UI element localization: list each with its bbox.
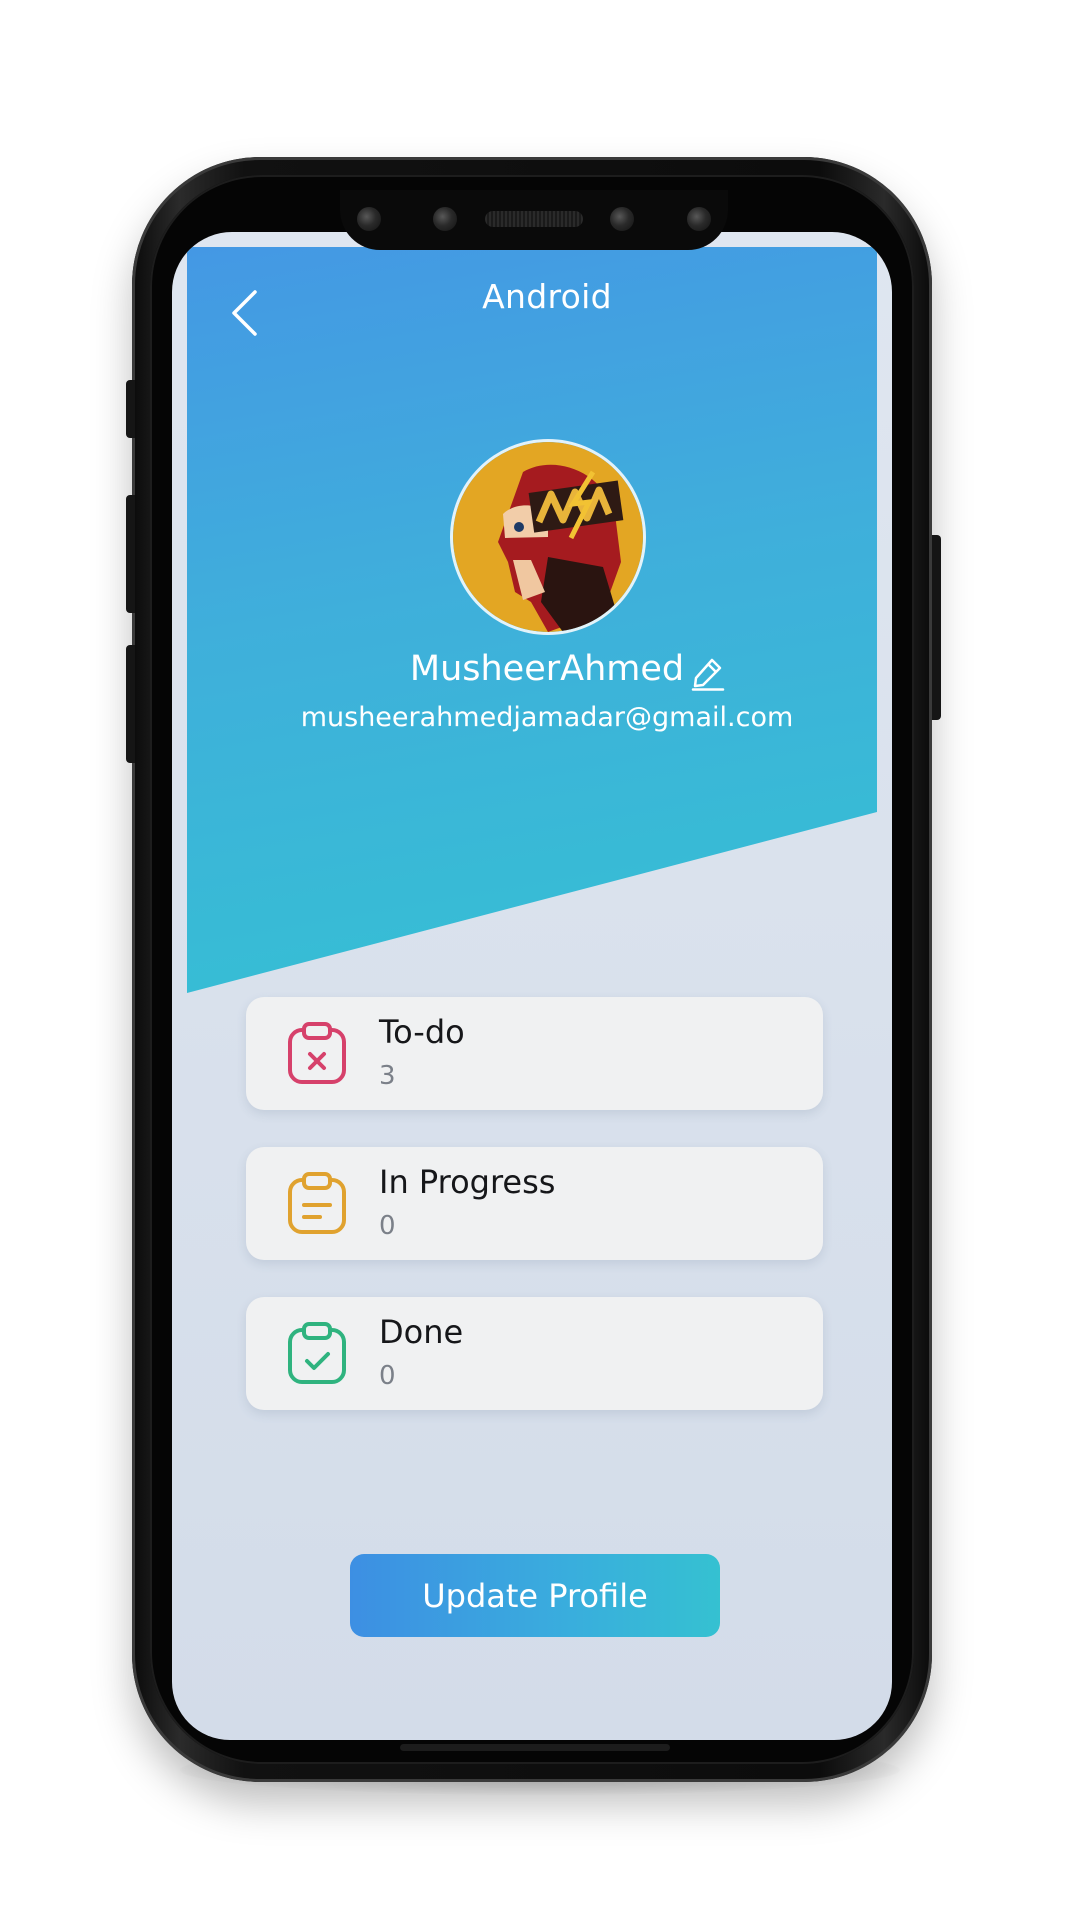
phone-side-button	[932, 535, 941, 720]
profile-header: Android MusheerAhmed musheerahmedjamadar…	[187, 247, 877, 993]
update-profile-button[interactable]: Update Profile	[350, 1554, 720, 1637]
phone-side-button	[126, 645, 135, 763]
camera-lens	[433, 207, 457, 231]
page-title: Android	[482, 277, 612, 316]
profile-name: MusheerAhmed	[409, 649, 685, 689]
clipboard-x-icon	[288, 1022, 346, 1084]
stat-label: Done	[379, 1313, 464, 1351]
camera-notch	[340, 190, 728, 250]
phone-side-button	[126, 495, 135, 613]
camera-lens	[357, 207, 381, 231]
stat-card-in-progress[interactable]: In Progress 0	[246, 1147, 823, 1260]
home-indicator	[400, 1744, 670, 1751]
stage: Android MusheerAhmed musheerahmedjamadar…	[0, 0, 1080, 1920]
stat-label: In Progress	[379, 1163, 556, 1201]
stat-card-todo[interactable]: To-do 3	[246, 997, 823, 1110]
camera-lens	[687, 207, 711, 231]
stat-count: 0	[379, 1211, 396, 1241]
avatar	[453, 442, 643, 632]
pencil-icon	[691, 658, 725, 691]
clipboard-check-icon	[288, 1322, 346, 1384]
stat-count: 3	[379, 1061, 396, 1091]
flash-avatar	[453, 442, 643, 632]
camera-lens	[610, 207, 634, 231]
stat-label: To-do	[379, 1013, 465, 1051]
app-screen: Android MusheerAhmed musheerahmedjamadar…	[172, 232, 892, 1740]
stat-card-done[interactable]: Done 0	[246, 1297, 823, 1410]
edit-name-button[interactable]	[690, 655, 726, 691]
phone-side-button	[126, 380, 135, 438]
clipboard-list-icon	[288, 1172, 346, 1234]
stat-count: 0	[379, 1361, 396, 1391]
profile-email: musheerahmedjamadar@gmail.com	[300, 702, 794, 733]
earpiece-speaker	[485, 211, 583, 227]
